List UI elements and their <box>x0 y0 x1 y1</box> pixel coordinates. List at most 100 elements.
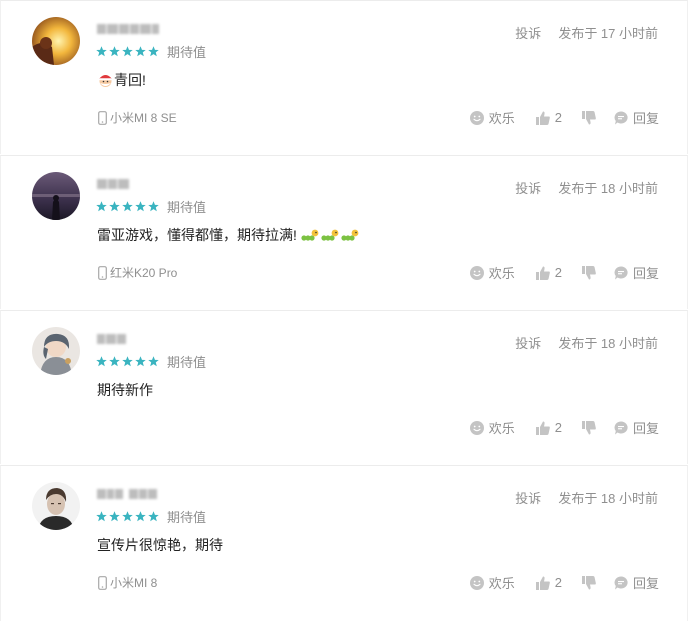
thumbs-up-icon <box>535 266 550 280</box>
star-rating <box>96 201 159 212</box>
thumbs-down-icon <box>581 575 596 589</box>
review-list: 期待值 投诉 发布于 17 小时前 青回! 小米MI 8 SE 欢乐 2 回复 … <box>0 0 690 621</box>
chat-bubble-icon <box>614 420 628 434</box>
review-actions: 欢乐 2 回复 <box>469 108 659 127</box>
review-text: 雷亚游戏，懂得都懂，期待拉满! <box>97 225 359 245</box>
smile-icon <box>469 575 484 590</box>
smile-icon <box>469 265 484 280</box>
device-info: 小米MI 8 SE <box>98 109 177 126</box>
phone-icon <box>98 265 107 280</box>
star-icon <box>135 511 146 522</box>
reply-button[interactable]: 回复 <box>614 263 659 282</box>
review-meta: 投诉 发布于 17 小时前 <box>515 23 658 42</box>
chat-bubble-icon <box>614 110 628 124</box>
star-icon <box>148 511 159 522</box>
star-icon <box>96 356 107 367</box>
posted-time: 发布于 18 小时前 <box>558 336 658 351</box>
review-meta: 投诉 发布于 18 小时前 <box>515 178 658 197</box>
dislike-button[interactable] <box>581 420 596 435</box>
star-icon <box>109 356 120 367</box>
star-icon <box>122 201 133 212</box>
like-count: 2 <box>554 265 562 280</box>
like-button[interactable]: 2 <box>535 265 562 280</box>
reply-button[interactable]: 回复 <box>614 108 659 127</box>
posted-time: 发布于 18 小时前 <box>558 491 658 506</box>
fun-button[interactable]: 欢乐 <box>469 418 515 437</box>
report-link[interactable]: 投诉 <box>515 333 541 352</box>
review-text: 期待新作 <box>97 380 153 400</box>
reply-label: 回复 <box>632 576 659 591</box>
phone-icon <box>98 575 107 590</box>
dislike-button[interactable] <box>581 110 596 125</box>
report-link[interactable]: 投诉 <box>515 488 541 507</box>
star-icon <box>148 356 159 367</box>
avatar[interactable] <box>32 327 80 375</box>
thumbs-down-icon <box>581 420 596 434</box>
reply-label: 回复 <box>632 421 659 436</box>
star-rating <box>96 511 159 522</box>
rating-label: 期待值 <box>167 200 207 215</box>
fun-label: 欢乐 <box>488 576 515 591</box>
report-link[interactable]: 投诉 <box>515 23 541 42</box>
star-icon <box>109 511 120 522</box>
star-rating <box>96 46 159 57</box>
star-icon <box>122 356 133 367</box>
review-text-content: 宣传片很惊艳，期待 <box>97 537 223 553</box>
author-name-blurred[interactable] <box>97 489 157 501</box>
author-name-blurred[interactable] <box>97 24 159 36</box>
review-actions: 欢乐 2 回复 <box>469 263 659 282</box>
author-name-blurred[interactable] <box>97 179 129 191</box>
star-icon <box>96 201 107 212</box>
reply-button[interactable]: 回复 <box>614 418 659 437</box>
device-name: 小米MI 8 SE <box>110 111 177 125</box>
star-icon <box>135 46 146 57</box>
rating: 期待值 <box>96 42 206 61</box>
fun-label: 欢乐 <box>488 421 515 436</box>
fun-label: 欢乐 <box>488 111 515 126</box>
like-button[interactable]: 2 <box>535 575 562 590</box>
fun-button[interactable]: 欢乐 <box>469 573 515 592</box>
star-icon <box>148 201 159 212</box>
santa-emoji-icon <box>97 72 114 89</box>
smile-icon <box>469 420 484 435</box>
avatar[interactable] <box>32 482 80 530</box>
like-count: 2 <box>554 110 562 125</box>
rating-label: 期待值 <box>167 510 207 525</box>
caterpillar-emoji-icon <box>301 227 359 244</box>
dislike-button[interactable] <box>581 265 596 280</box>
reply-button[interactable]: 回复 <box>614 573 659 592</box>
review-meta: 投诉 发布于 18 小时前 <box>515 333 658 352</box>
review-text-content: 期待新作 <box>97 382 153 398</box>
review-item: 期待值 投诉 发布于 18 小时前 期待新作 欢乐 2 回复 <box>0 310 688 464</box>
review-text: 宣传片很惊艳，期待 <box>97 535 223 555</box>
review-actions: 欢乐 2 回复 <box>469 573 659 592</box>
avatar[interactable] <box>32 172 80 220</box>
star-icon <box>96 46 107 57</box>
like-count: 2 <box>554 420 562 435</box>
rating-label: 期待值 <box>167 45 207 60</box>
star-icon <box>135 356 146 367</box>
like-button[interactable]: 2 <box>535 110 562 125</box>
star-icon <box>135 201 146 212</box>
thumbs-up-icon <box>535 576 550 590</box>
reply-label: 回复 <box>632 266 659 281</box>
star-icon <box>148 46 159 57</box>
review-item: 期待值 投诉 发布于 17 小时前 青回! 小米MI 8 SE 欢乐 2 回复 <box>0 0 688 154</box>
dislike-button[interactable] <box>581 575 596 590</box>
device-info: 红米K20 Pro <box>98 264 177 281</box>
star-icon <box>122 511 133 522</box>
review-text-content: 雷亚游戏，懂得都懂，期待拉满! <box>97 227 297 243</box>
chat-bubble-icon <box>614 265 628 279</box>
avatar[interactable] <box>32 17 80 65</box>
report-link[interactable]: 投诉 <box>515 178 541 197</box>
thumbs-up-icon <box>535 111 550 125</box>
like-count: 2 <box>554 575 562 590</box>
star-icon <box>122 46 133 57</box>
device-name: 小米MI 8 <box>110 576 158 590</box>
fun-button[interactable]: 欢乐 <box>469 108 515 127</box>
like-button[interactable]: 2 <box>535 420 562 435</box>
thumbs-up-icon <box>535 421 550 435</box>
rating: 期待值 <box>96 507 206 526</box>
fun-button[interactable]: 欢乐 <box>469 263 515 282</box>
author-name-blurred[interactable] <box>97 334 126 346</box>
